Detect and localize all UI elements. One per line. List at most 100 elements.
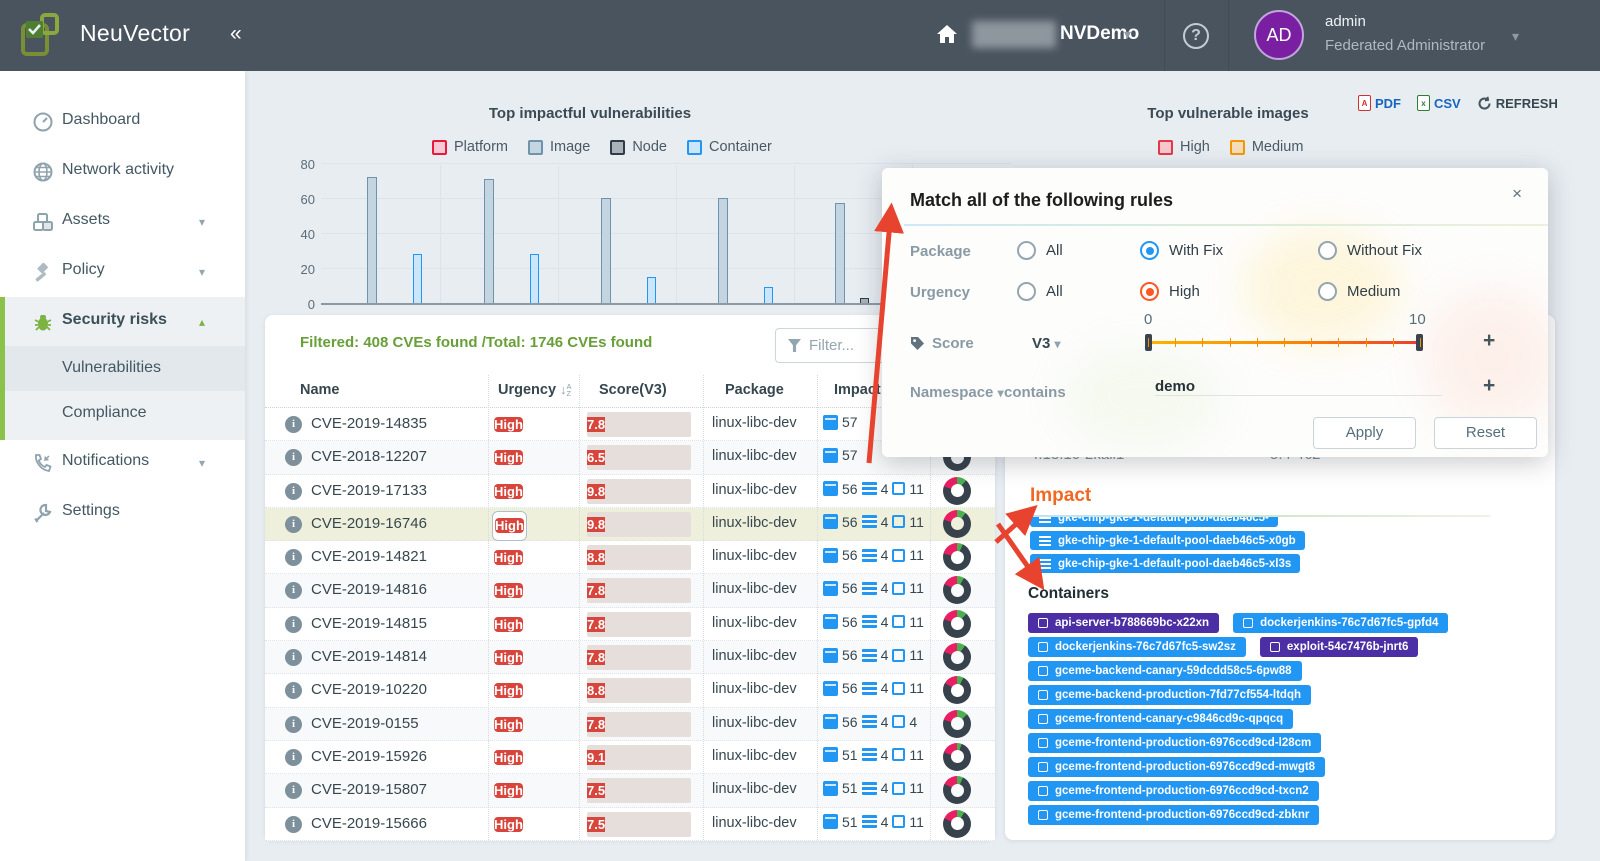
sidebar-item-policy[interactable]: Policy ▾ [0, 249, 245, 295]
pdf-button[interactable]: A PDF [1358, 95, 1401, 111]
legend-item-high[interactable]: High [1158, 139, 1210, 155]
radio-package-with-fix[interactable]: With Fix [1140, 241, 1223, 260]
sidebar-item-assets[interactable]: Assets ▾ [0, 199, 245, 245]
legend-item-platform[interactable]: Platform [432, 139, 508, 155]
info-icon[interactable]: i [285, 516, 302, 533]
radio-urgency-high[interactable]: High [1140, 282, 1200, 301]
user-menu-caret-icon[interactable]: ▾ [1512, 28, 1519, 45]
node-badge[interactable]: gke-chip-gke-1-default-pool-daeb46c5-xl3… [1030, 554, 1300, 573]
col-score[interactable]: Score(V3) [599, 382, 667, 398]
info-icon[interactable]: i [285, 416, 302, 433]
table-row-CVE-2019-16746[interactable]: iCVE-2019-16746High9.8linux-libc-dev5641… [265, 508, 995, 541]
container-badge[interactable]: gceme-backend-canary-59dcdd58c5-6pw88 [1028, 661, 1302, 681]
sidebar-item-notifications[interactable]: Notifications ▾ [0, 440, 245, 486]
container-badge[interactable]: gceme-frontend-production-6976ccd9cd-zbk… [1028, 805, 1319, 825]
sidebar-item-network-activity[interactable]: Network activity [0, 149, 245, 195]
radio-icon [1318, 282, 1337, 301]
radio-package-without-fix[interactable]: Without Fix [1318, 241, 1422, 260]
score-bar: 9.8 [587, 479, 691, 504]
container-badge[interactable]: gceme-frontend-production-6976ccd9cd-txc… [1028, 781, 1319, 801]
radio-icon [1017, 282, 1036, 301]
close-icon[interactable]: × [1512, 184, 1522, 204]
namespace-label[interactable]: Namespace ▾ [910, 384, 1004, 401]
column-divider [579, 375, 580, 840]
score-version-select[interactable]: V3 ▾ [1032, 335, 1061, 352]
container-badge[interactable]: exploit-54c7476b-jnrt6 [1260, 637, 1418, 657]
namespace-value-input[interactable] [1155, 378, 1442, 396]
csv-button[interactable]: x CSV [1417, 95, 1461, 111]
container-count: 11 [909, 514, 924, 530]
avatar[interactable]: AD [1254, 10, 1304, 60]
legend-item-node[interactable]: Node [610, 139, 667, 155]
help-icon[interactable]: ? [1183, 23, 1209, 49]
table-row-CVE-2019-15926[interactable]: iCVE-2019-15926High9.1linux-libc-dev5141… [265, 741, 995, 774]
table-row-CVE-2019-14821[interactable]: iCVE-2019-14821High8.8linux-libc-dev5641… [265, 541, 995, 574]
refresh-button[interactable]: REFRESH [1477, 96, 1558, 111]
impact-cell: 56411 [823, 580, 924, 596]
sidebar: Dashboard Network activity Assets ▾ Poli… [0, 71, 245, 861]
container-badge[interactable]: api-server-b788669bc-x22xn [1028, 613, 1219, 633]
sidebar-item-security-risks[interactable]: Security risks ▴ [0, 299, 245, 345]
col-urgency[interactable]: Urgency↓AZ [498, 382, 572, 398]
col-impact[interactable]: Impact [834, 382, 881, 398]
sidebar-collapse-button[interactable]: « [230, 22, 242, 46]
container-badge[interactable]: gceme-frontend-canary-c9846cd9c-qpqcq [1028, 709, 1293, 729]
sidebar-item-vulnerabilities[interactable]: Vulnerabilities [0, 347, 245, 393]
sidebar-item-compliance[interactable]: Compliance [0, 392, 245, 438]
node-count: 4 [881, 647, 889, 663]
info-icon[interactable]: i [285, 716, 302, 733]
legend-item-medium[interactable]: Medium [1230, 139, 1304, 155]
radio-urgency-all[interactable]: All [1017, 282, 1063, 301]
add-score-criterion-button[interactable]: + [1483, 329, 1495, 353]
col-package[interactable]: Package [725, 382, 784, 398]
info-icon[interactable]: i [285, 616, 302, 633]
containers-icon [892, 482, 905, 495]
bar-container [530, 254, 539, 303]
cve-name: CVE-2019-14821 [311, 548, 427, 565]
radio-package-all[interactable]: All [1017, 241, 1063, 260]
org-caret-icon[interactable]: ▾ [1124, 26, 1131, 43]
score-range-slider[interactable] [1148, 341, 1420, 344]
add-namespace-criterion-button[interactable]: + [1483, 374, 1495, 398]
legend-swatch [1158, 140, 1173, 155]
info-icon[interactable]: i [285, 749, 302, 766]
info-icon[interactable]: i [285, 649, 302, 666]
home-icon[interactable] [936, 24, 958, 44]
table-row-CVE-2019-14815[interactable]: iCVE-2019-14815High7.8linux-libc-dev5641… [265, 608, 995, 641]
table-row-CVE-2019-17133[interactable]: iCVE-2019-17133High9.8linux-libc-dev5641… [265, 475, 995, 508]
nodes-icon [862, 615, 877, 628]
info-icon[interactable]: i [285, 682, 302, 699]
container-badge[interactable]: gceme-frontend-production-6976ccd9cd-l28… [1028, 733, 1321, 753]
node-badge[interactable]: gke-chip-gke-1-default-pool-daeb46c5- [1030, 517, 1278, 527]
urgency-badge: High [494, 750, 523, 765]
legend-swatch [432, 140, 447, 155]
table-row-CVE-2019-0155[interactable]: iCVE-2019-0155High7.8linux-libc-dev5644 [265, 708, 995, 741]
container-badge[interactable]: gceme-frontend-production-6976ccd9cd-mwg… [1028, 757, 1325, 777]
info-icon[interactable]: i [285, 549, 302, 566]
container-badge[interactable]: gceme-backend-production-7fd77cf554-ltdq… [1028, 685, 1311, 705]
info-icon[interactable]: i [285, 816, 302, 833]
info-icon[interactable]: i [285, 582, 302, 599]
apply-button[interactable]: Apply [1313, 417, 1416, 449]
info-icon[interactable]: i [285, 449, 302, 466]
table-row-CVE-2019-14814[interactable]: iCVE-2019-14814High7.8linux-libc-dev5641… [265, 641, 995, 674]
table-row-CVE-2019-15666[interactable]: iCVE-2019-15666High7.5linux-libc-dev5141… [265, 808, 995, 841]
info-icon[interactable]: i [285, 483, 302, 500]
sidebar-item-settings[interactable]: Settings [0, 490, 245, 536]
info-icon[interactable]: i [285, 782, 302, 799]
container-badge[interactable]: dockerjenkins-76c7d67fc5-sw2sz [1028, 637, 1246, 657]
score-bar: 9.1 [587, 745, 691, 770]
container-checkbox-icon [1038, 666, 1048, 676]
table-row-CVE-2019-15807[interactable]: iCVE-2019-15807High7.5linux-libc-dev5141… [265, 774, 995, 807]
sidebar-item-dashboard[interactable]: Dashboard [0, 99, 245, 145]
container-badge[interactable]: dockerjenkins-76c7d67fc5-gpfd4 [1233, 613, 1448, 633]
radio-urgency-medium[interactable]: Medium [1318, 282, 1400, 301]
node-badge[interactable]: gke-chip-gke-1-default-pool-daeb46c5-x0g… [1030, 531, 1305, 550]
reset-button[interactable]: Reset [1434, 417, 1537, 449]
col-name[interactable]: Name [300, 382, 340, 398]
legend-item-image[interactable]: Image [528, 139, 590, 155]
impact-donut-chart [943, 676, 971, 704]
table-row-CVE-2019-10220[interactable]: iCVE-2019-10220High8.8linux-libc-dev5641… [265, 674, 995, 707]
legend-item-container[interactable]: Container [687, 139, 772, 155]
table-row-CVE-2019-14816[interactable]: iCVE-2019-14816High7.8linux-libc-dev5641… [265, 574, 995, 607]
